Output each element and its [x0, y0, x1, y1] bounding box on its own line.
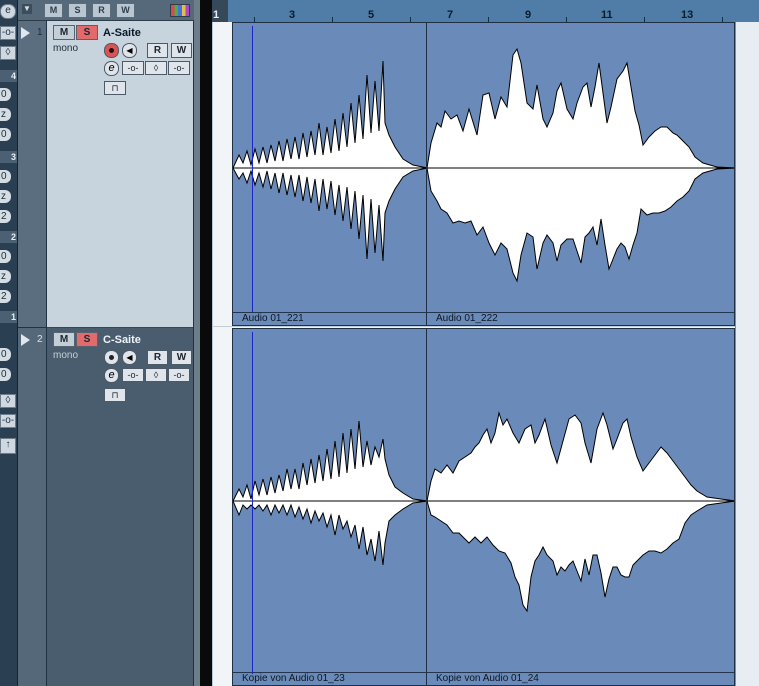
insert-icon[interactable]: -o- [0, 26, 16, 40]
write-automation-button[interactable]: W [171, 350, 192, 365]
track-panel-a-saite[interactable]: 1 M S A-Saite mono ◀ R W e -o- ◊ -o- ⊓ [21, 21, 193, 328]
strip-value: z [0, 108, 11, 121]
write-automation-button[interactable]: W [171, 43, 192, 58]
global-solo-button[interactable]: S [68, 3, 87, 18]
event-name: Kopie von Audio 01_23 [233, 672, 426, 685]
strip-value: 2 [0, 290, 11, 303]
read-automation-button[interactable]: R [147, 43, 168, 58]
waveform [427, 411, 734, 613]
eq-icon[interactable]: ◊ [0, 46, 16, 60]
monitor-button[interactable]: ◀ [122, 43, 137, 58]
track-separator [212, 326, 759, 327]
audio-event[interactable]: Kopie von Audio 01_23 [232, 328, 427, 686]
inspector-strip: e -o- ◊ 4 0 z 0 3 0 z 2 2 0 z 2 1 0 0 ◊ … [0, 0, 18, 686]
strip-value: 0 [0, 250, 11, 263]
record-enable-button[interactable] [104, 350, 119, 365]
record-enable-button[interactable] [104, 43, 119, 58]
mute-button[interactable]: M [53, 332, 75, 347]
waveform [233, 60, 426, 262]
expand-arrow-icon[interactable] [21, 334, 30, 346]
strip-value: 0 [0, 88, 11, 101]
track-number: 2 [37, 334, 43, 345]
event-name: Audio 01_222 [427, 312, 734, 325]
expand-arrow-icon[interactable] [21, 27, 30, 39]
strip-number: 3 [0, 151, 17, 163]
monitor-button[interactable]: ◀ [122, 350, 137, 365]
event-name: Audio 01_221 [233, 312, 426, 325]
strip-value: 0 [0, 170, 11, 183]
strip-value: z [0, 190, 11, 203]
ruler[interactable]: 3 5 7 9 11 13 [228, 0, 759, 22]
strip-number: 1 [0, 311, 17, 323]
arrange-window[interactable]: Audio 01_221 Audio 01_222 Kopie von Audi… [212, 22, 759, 686]
track-name[interactable]: C-Saite [103, 334, 141, 346]
audio-event[interactable]: Audio 01_222 [426, 22, 735, 326]
chevron-down-icon[interactable]: ▼ [22, 4, 32, 14]
color-palette-icon[interactable] [170, 4, 190, 17]
track-number-column [18, 328, 46, 686]
waveform [427, 47, 734, 283]
playhead-cursor[interactable] [252, 332, 253, 674]
waveform [233, 420, 426, 566]
track-name[interactable]: A-Saite [103, 27, 141, 39]
insert-icon[interactable]: -o- [0, 414, 16, 428]
event-name: Kopie von Audio 01_24 [427, 672, 734, 685]
audio-event[interactable]: Audio 01_221 [232, 22, 427, 326]
ruler-left-cap: 1 [212, 0, 228, 22]
lock-icon[interactable]: ⊓ [104, 388, 126, 402]
ruler-bar-number: 3 [289, 9, 296, 21]
track-list-header: ▼ M S R W [18, 0, 194, 21]
send-bypass-icon[interactable]: -o- [168, 368, 190, 382]
insert-bypass-icon[interactable]: -o- [122, 368, 144, 382]
eq-icon[interactable]: ◊ [0, 394, 16, 408]
lock-icon[interactable]: ⊓ [104, 81, 126, 95]
ruler-bar-number: 5 [368, 9, 375, 21]
global-write-button[interactable]: W [116, 3, 135, 18]
mute-button[interactable]: M [53, 25, 75, 40]
track-list-scrollbar[interactable] [194, 0, 200, 686]
insert-bypass-icon[interactable]: -o- [122, 61, 144, 75]
send-icon[interactable]: ↑ [0, 438, 16, 454]
eq-bypass-icon[interactable]: ◊ [145, 368, 167, 382]
edit-icon[interactable]: e [0, 4, 16, 19]
audio-event[interactable]: Kopie von Audio 01_24 [426, 328, 735, 686]
strip-number: 4 [0, 70, 17, 82]
read-automation-button[interactable]: R [147, 350, 168, 365]
playhead-cursor[interactable] [252, 26, 253, 312]
ruler-bar-number: 7 [447, 9, 454, 21]
ruler-bar-number: 11 [601, 9, 613, 21]
track-number-column [18, 21, 46, 327]
solo-button[interactable]: S [76, 25, 98, 40]
arrange-empty-area[interactable] [735, 22, 759, 686]
ruler-bar-number: 9 [525, 9, 532, 21]
strip-value: 0 [0, 128, 11, 141]
strip-value: z [0, 270, 11, 283]
send-bypass-icon[interactable]: -o- [168, 61, 190, 75]
strip-value: 2 [0, 210, 11, 223]
track-panel-c-saite[interactable]: 2 M S C-Saite mono ◀ R W e -o- ◊ -o- ⊓ [21, 328, 193, 686]
ruler-bar-number: 13 [681, 9, 694, 21]
strip-value: 0 [0, 368, 11, 381]
channel-mode: mono [53, 350, 79, 361]
ruler-bar-number: 1 [213, 9, 220, 21]
channel-mode: mono [53, 43, 79, 54]
solo-button[interactable]: S [76, 332, 98, 347]
global-mute-button[interactable]: M [44, 3, 63, 18]
track-number: 1 [37, 27, 43, 38]
strip-number: 2 [0, 231, 17, 243]
eq-bypass-icon[interactable]: ◊ [145, 61, 167, 75]
global-read-button[interactable]: R [92, 3, 111, 18]
strip-value: 0 [0, 348, 11, 361]
edit-channel-button[interactable]: e [104, 368, 119, 383]
edit-channel-button[interactable]: e [104, 61, 119, 76]
